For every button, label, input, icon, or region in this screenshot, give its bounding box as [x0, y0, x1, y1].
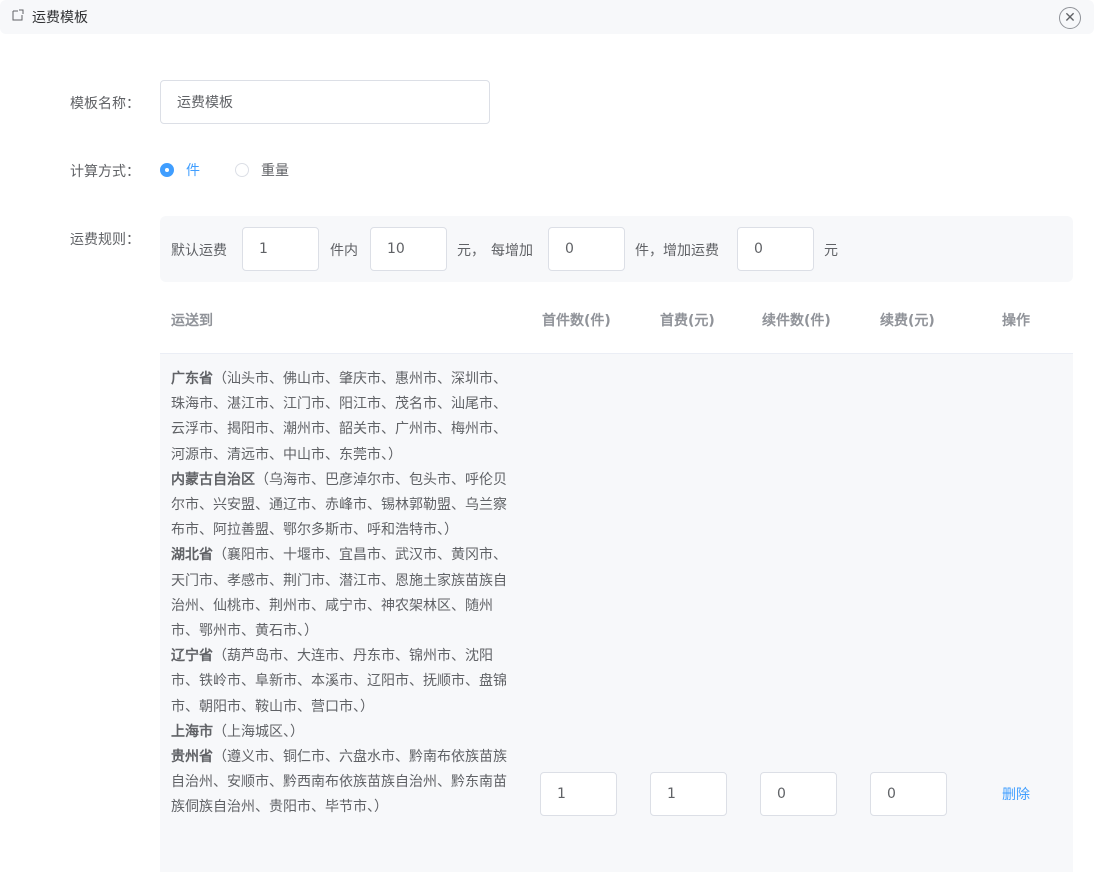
next-count-value: 0: [777, 786, 786, 802]
radio-piece[interactable]: 件: [160, 160, 200, 180]
region-province: 上海市: [171, 723, 213, 740]
radio-piece-label: 件: [186, 163, 200, 179]
default-fee-input[interactable]: 10: [370, 227, 447, 271]
region-province: 辽宁省: [171, 648, 213, 665]
col-header-action: 操作: [1002, 313, 1030, 329]
template-name-input[interactable]: 运费模板: [160, 80, 490, 124]
destination-regions: 广东省（汕头市、佛山市、肇庆市、惠州市、深圳市、珠海市、湛江市、江门市、阳江市、…: [171, 367, 516, 821]
first-count-value: 1: [557, 786, 566, 802]
region-province: 湖北省: [171, 547, 213, 564]
region-province: 内蒙古自治区: [171, 471, 255, 488]
region-cities: （襄阳市、十堰市、宜昌市、武汉市、黄冈市、天门市、孝感市、荆门市、潜江市、恩施土…: [171, 547, 507, 640]
radio-weight[interactable]: 重量: [235, 160, 289, 180]
first-fee-value: 1: [667, 786, 676, 802]
edit-icon: [12, 9, 24, 21]
region-province: 贵州省: [171, 749, 213, 766]
add-count-value: 0: [565, 241, 574, 257]
next-fee-value: 0: [887, 786, 896, 802]
col-header-first-fee: 首费(元): [660, 313, 715, 329]
next-count-input[interactable]: 0: [760, 772, 837, 816]
default-count-input[interactable]: 1: [242, 227, 319, 271]
close-icon: ✕: [1064, 10, 1076, 26]
calc-method-label: 计算方式：: [70, 164, 140, 180]
region-cities: （汕头市、佛山市、肇庆市、惠州市、深圳市、珠海市、湛江市、江门市、阳江市、茂名市…: [171, 371, 507, 463]
rule-text-yuan: 元，: [457, 243, 485, 259]
default-fee-value: 10: [387, 241, 405, 257]
rule-text-each-add: 每增加: [491, 243, 533, 259]
radio-weight-label: 重量: [261, 163, 289, 179]
col-header-next-fee: 续费(元): [880, 313, 935, 329]
template-name-label: 模板名称：: [70, 96, 140, 112]
template-name-value: 运费模板: [177, 95, 233, 111]
region-province: 广东省: [171, 371, 213, 387]
first-fee-input[interactable]: 1: [650, 772, 727, 816]
default-count-value: 1: [259, 241, 268, 257]
close-button[interactable]: ✕: [1059, 7, 1081, 29]
radio-piece-circle: [160, 163, 174, 177]
dialog-header: 运费模板 ✕: [0, 0, 1094, 34]
radio-weight-circle: [235, 163, 249, 177]
add-count-input[interactable]: 0: [548, 227, 625, 271]
region-cities: （上海城区、）: [213, 723, 304, 740]
delete-link[interactable]: 删除: [1002, 784, 1030, 804]
region-cities: （遵义市、铜仁市、六盘水市、黔南布依族苗族自治州、安顺市、黔西南布依族苗族自治州…: [171, 749, 507, 816]
add-fee-input[interactable]: 0: [737, 227, 814, 271]
dialog-title: 运费模板: [32, 10, 88, 26]
next-fee-input[interactable]: 0: [870, 772, 947, 816]
add-fee-value: 0: [754, 241, 763, 257]
col-header-destination: 运送到: [171, 313, 213, 329]
rule-text-yuan-end: 元: [824, 243, 838, 259]
col-header-first-count: 首件数(件): [542, 313, 611, 329]
rule-text-within: 件内: [330, 243, 358, 259]
col-header-next-count: 续件数(件): [762, 313, 831, 329]
shipping-rule-label: 运费规则：: [70, 232, 140, 248]
region-cities: （葫芦岛市、大连市、丹东市、锦州市、沈阳市、铁岭市、阜新市、本溪市、辽阳市、抚顺…: [171, 648, 507, 715]
first-count-input[interactable]: 1: [540, 772, 617, 816]
rule-text-add-fee: 件，增加运费: [635, 243, 719, 259]
rule-text-default: 默认运费: [171, 243, 227, 259]
